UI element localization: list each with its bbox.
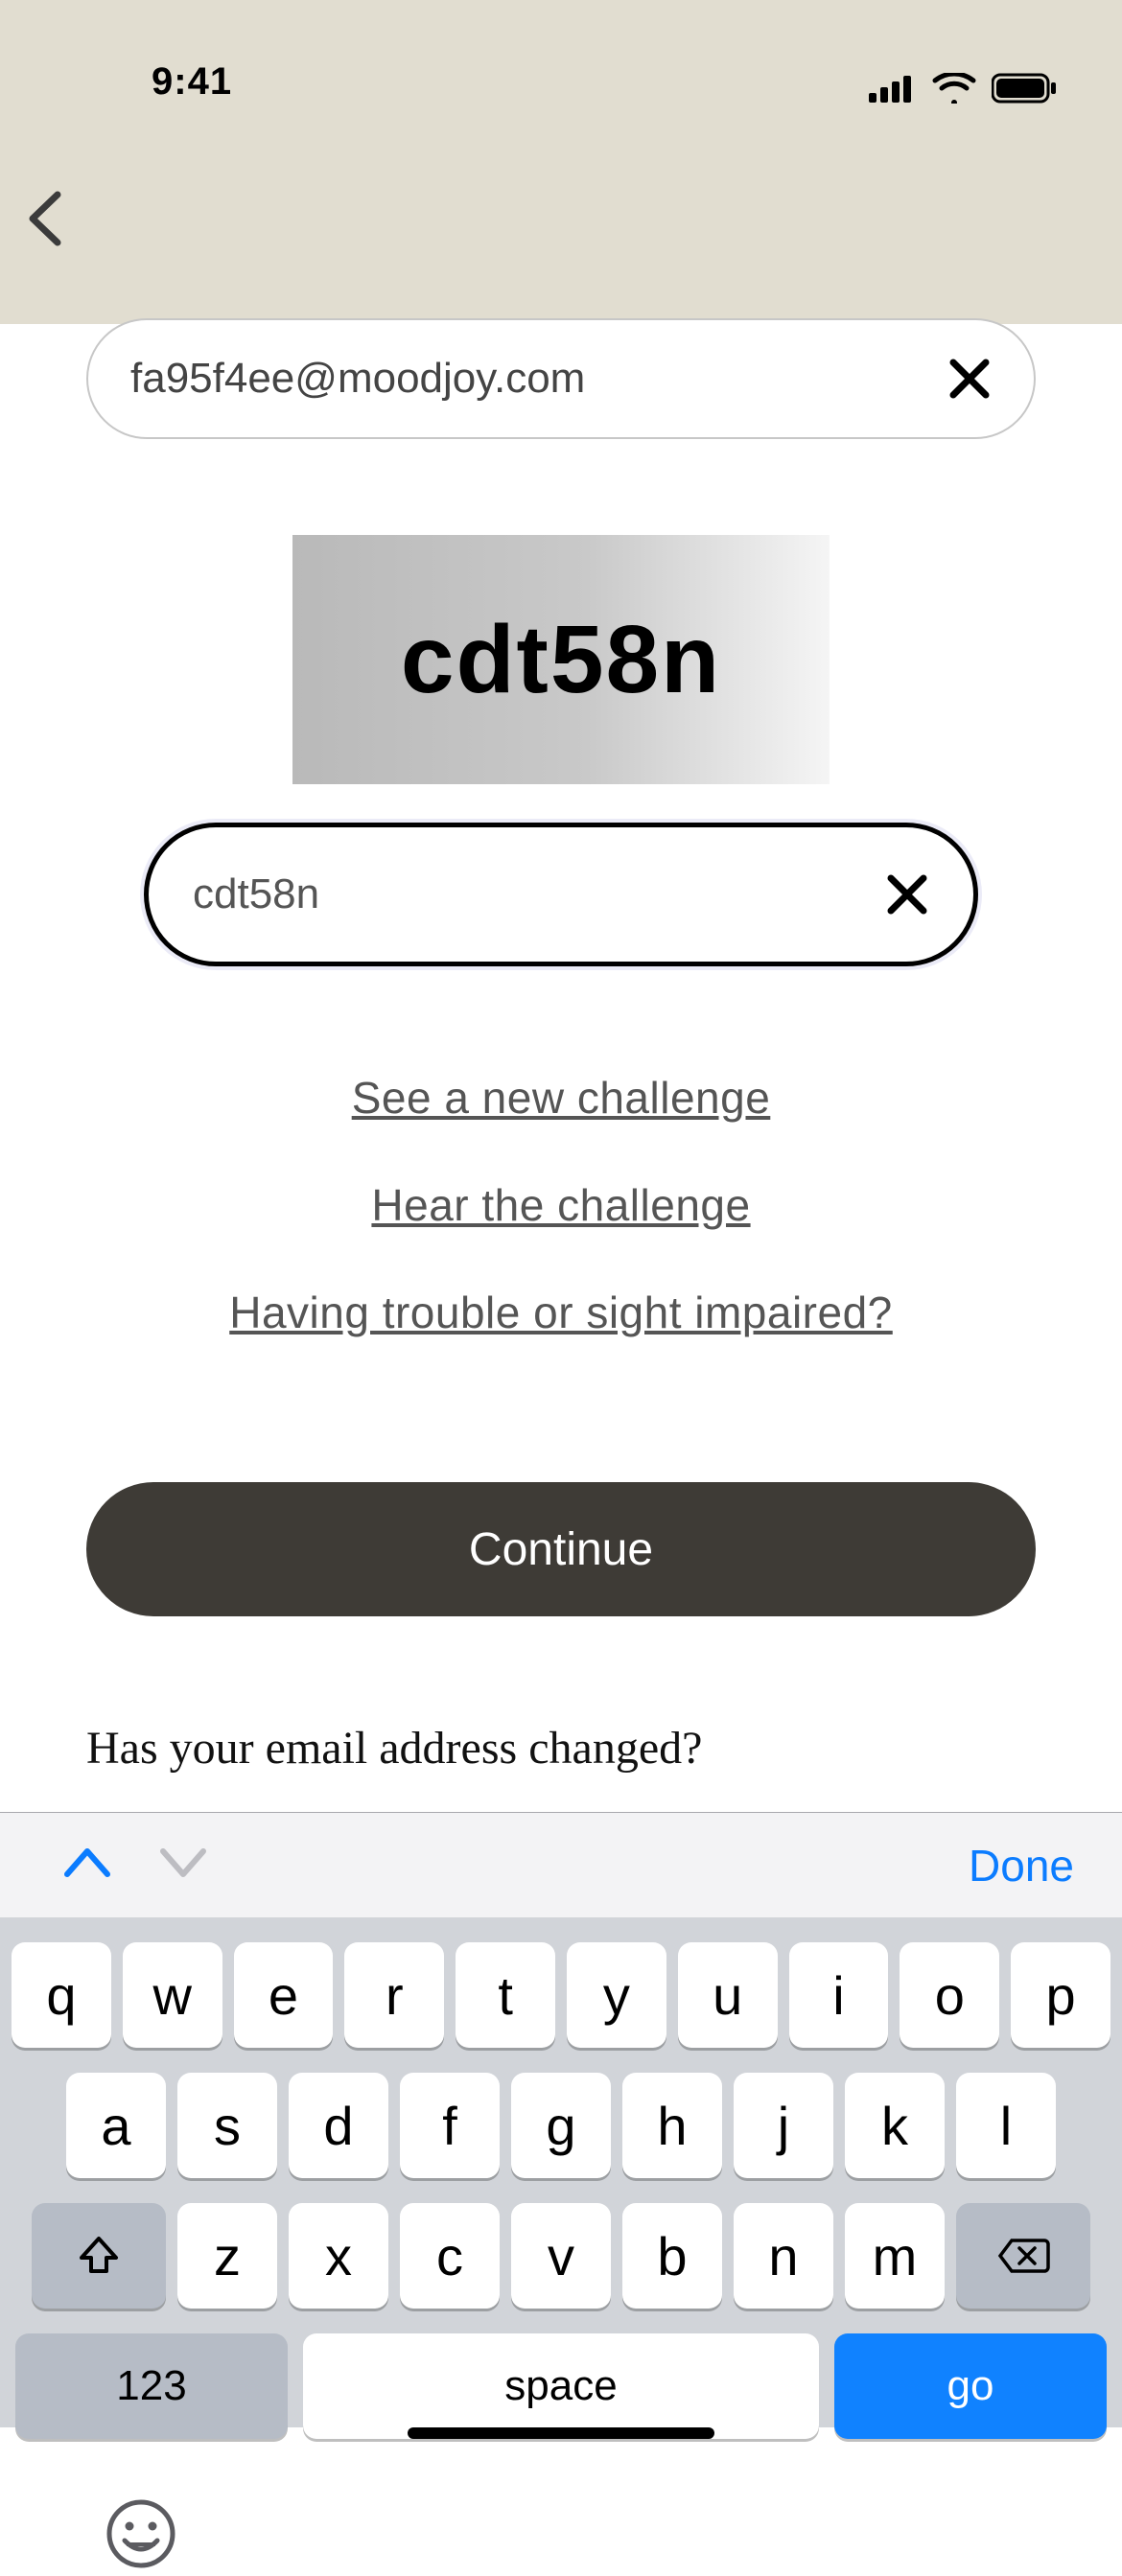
key-d[interactable]: d (289, 2073, 388, 2178)
emoji-button[interactable] (104, 2496, 178, 2571)
back-button[interactable] (23, 189, 67, 248)
home-indicator[interactable] (408, 2427, 714, 2439)
captcha-input-wrap[interactable] (144, 823, 978, 966)
key-g[interactable]: g (511, 2073, 611, 2178)
email-value: fa95f4ee@moodjoy.com (130, 355, 585, 403)
clear-captcha-icon[interactable] (885, 872, 929, 917)
go-key[interactable]: go (834, 2333, 1107, 2439)
keyboard-row-2: a s d f g h j k l (12, 2073, 1110, 2178)
battery-icon (992, 73, 1059, 104)
key-q[interactable]: q (12, 1942, 111, 2048)
key-s[interactable]: s (177, 2073, 277, 2178)
status-icons (869, 73, 1059, 104)
email-changed-prompt: Has your email address changed? (86, 1722, 1036, 1775)
keyboard-accessory: Done (0, 1812, 1122, 1917)
keyboard-row-3: z x c v b n m (12, 2203, 1110, 2309)
key-x[interactable]: x (289, 2203, 388, 2309)
key-m[interactable]: m (845, 2203, 945, 2309)
shift-key[interactable] (32, 2203, 166, 2309)
key-o[interactable]: o (900, 1942, 999, 2048)
key-y[interactable]: y (567, 1942, 666, 2048)
keyboard: q w e r t y u i o p a s d f g h j k l z … (0, 1917, 1122, 2427)
key-t[interactable]: t (456, 1942, 555, 2048)
key-a[interactable]: a (66, 2073, 166, 2178)
captcha-image: cdt58n (292, 535, 830, 784)
key-h[interactable]: h (622, 2073, 722, 2178)
emoji-icon (104, 2496, 178, 2571)
captcha-image-text: cdt58n (401, 605, 721, 715)
key-l[interactable]: l (956, 2073, 1056, 2178)
space-key[interactable]: space (303, 2333, 819, 2439)
prev-field-icon[interactable] (61, 1842, 113, 1889)
content-area: fa95f4ee@moodjoy.com cdt58n See a new ch… (0, 318, 1122, 1775)
captcha-input[interactable] (193, 870, 782, 918)
email-field-wrap[interactable]: fa95f4ee@moodjoy.com (86, 318, 1036, 439)
key-p[interactable]: p (1011, 1942, 1110, 2048)
key-n[interactable]: n (734, 2203, 833, 2309)
hear-challenge-link[interactable]: Hear the challenge (86, 1179, 1036, 1231)
keyboard-row-1: q w e r t y u i o p (12, 1942, 1110, 2048)
continue-button[interactable]: Continue (86, 1482, 1036, 1616)
key-j[interactable]: j (734, 2073, 833, 2178)
keyboard-row-4: 123 space go (12, 2333, 1110, 2439)
wifi-icon (932, 73, 976, 104)
captcha-links: See a new challenge Hear the challenge H… (86, 1072, 1036, 1338)
numbers-key[interactable]: 123 (15, 2333, 288, 2439)
nav-bar (0, 113, 1122, 324)
trouble-link[interactable]: Having trouble or sight impaired? (86, 1287, 1036, 1338)
key-f[interactable]: f (400, 2073, 500, 2178)
new-challenge-link[interactable]: See a new challenge (86, 1072, 1036, 1124)
key-r[interactable]: r (344, 1942, 444, 2048)
key-k[interactable]: k (845, 2073, 945, 2178)
backspace-key[interactable] (956, 2203, 1090, 2309)
signal-icon (869, 74, 917, 103)
key-c[interactable]: c (400, 2203, 500, 2309)
backspace-icon (996, 2237, 1050, 2275)
shift-icon (76, 2233, 122, 2279)
key-z[interactable]: z (177, 2203, 277, 2309)
key-v[interactable]: v (511, 2203, 611, 2309)
accessory-arrows (61, 1842, 209, 1889)
next-field-icon[interactable] (157, 1842, 209, 1889)
key-e[interactable]: e (234, 1942, 334, 2048)
key-u[interactable]: u (678, 1942, 778, 2048)
key-b[interactable]: b (622, 2203, 722, 2309)
keyboard-done-button[interactable]: Done (969, 1840, 1074, 1891)
clear-email-icon[interactable] (947, 357, 992, 401)
status-time: 9:41 (152, 60, 232, 104)
key-w[interactable]: w (123, 1942, 222, 2048)
status-bar: 9:41 (0, 0, 1122, 113)
key-i[interactable]: i (789, 1942, 889, 2048)
status-and-nav: 9:41 (0, 0, 1122, 324)
